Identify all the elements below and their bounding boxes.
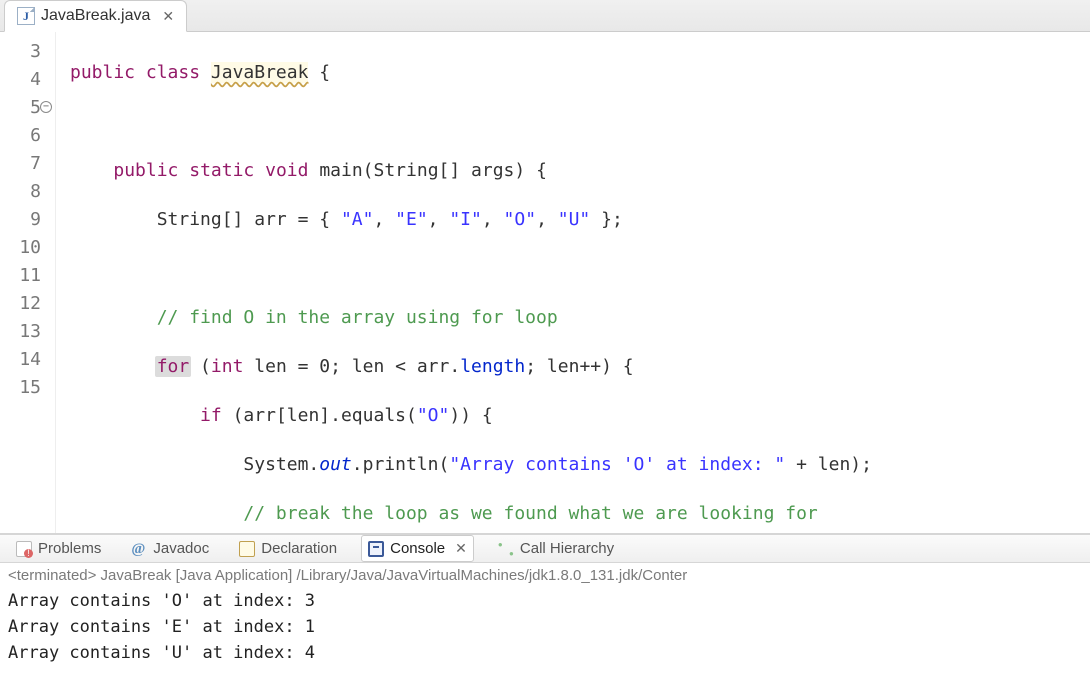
line-number: 10 — [0, 234, 49, 262]
line-number: 7 — [0, 150, 49, 178]
code-line: if (arr[len].equals("O")) { — [70, 402, 1090, 430]
code-line: // find O in the array using for loop — [70, 304, 1090, 332]
code-line: public static void main(String[] args) { — [70, 157, 1090, 185]
close-icon[interactable]: ✕ — [455, 540, 467, 557]
editor-tab-active[interactable]: J JavaBreak.java ✕ — [4, 0, 187, 32]
console-line: Array contains 'U' at index: 4 — [8, 640, 1082, 666]
line-number: 11 — [0, 262, 49, 290]
code-area[interactable]: public class JavaBreak { public static v… — [56, 32, 1090, 533]
code-line: public class JavaBreak { — [70, 59, 1090, 87]
console-panel: <terminated> JavaBreak [Java Application… — [0, 563, 1090, 674]
code-line: for (int len = 0; len < arr.length; len+… — [70, 353, 1090, 381]
editor-tab-bar: J JavaBreak.java ✕ — [0, 0, 1090, 32]
tab-declaration[interactable]: Declaration — [233, 536, 343, 561]
tab-call-hierarchy[interactable]: Call Hierarchy — [492, 536, 620, 561]
code-line — [70, 255, 1090, 283]
code-line: System.out.println("Array contains 'O' a… — [70, 451, 1090, 479]
java-file-icon: J — [17, 7, 35, 25]
console-line: Array contains 'E' at index: 1 — [8, 614, 1082, 640]
line-number: 4 — [0, 66, 49, 94]
line-number: 6 — [0, 122, 49, 150]
bottom-panel-tabs: Problems @Javadoc Declaration Console✕ C… — [0, 535, 1090, 563]
code-line: String[] arr = { "A", "E", "I", "O", "U"… — [70, 206, 1090, 234]
code-line: // break the loop as we found what we ar… — [70, 500, 1090, 528]
tab-console[interactable]: Console✕ — [361, 535, 474, 562]
line-number: 5− — [0, 94, 49, 122]
call-hierarchy-icon — [498, 541, 514, 557]
line-number: 13 — [0, 318, 49, 346]
tab-javadoc[interactable]: @Javadoc — [125, 536, 215, 561]
console-icon — [368, 541, 384, 557]
declaration-icon — [239, 541, 255, 557]
code-editor[interactable]: 3 4 5− 6 7 8 9 10 11 12 13 14 15 public … — [0, 32, 1090, 535]
line-number: 8 — [0, 178, 49, 206]
console-line: Array contains 'O' at index: 3 — [8, 588, 1082, 614]
javadoc-icon: @ — [131, 541, 147, 557]
console-output[interactable]: Array contains 'O' at index: 3Array cont… — [8, 588, 1082, 666]
editor-tab-title: JavaBreak.java — [41, 7, 150, 25]
tab-problems[interactable]: Problems — [10, 536, 107, 561]
close-icon[interactable]: ✕ — [162, 8, 174, 25]
problems-icon — [16, 541, 32, 557]
fold-toggle-icon[interactable]: − — [40, 101, 52, 113]
line-number: 3 — [0, 38, 49, 66]
line-number: 9 — [0, 206, 49, 234]
line-number: 14 — [0, 346, 49, 374]
line-number: 15 — [0, 374, 49, 402]
line-number-gutter: 3 4 5− 6 7 8 9 10 11 12 13 14 15 — [0, 32, 56, 533]
line-number: 12 — [0, 290, 49, 318]
code-line — [70, 108, 1090, 136]
console-status-line: <terminated> JavaBreak [Java Application… — [8, 567, 1082, 584]
